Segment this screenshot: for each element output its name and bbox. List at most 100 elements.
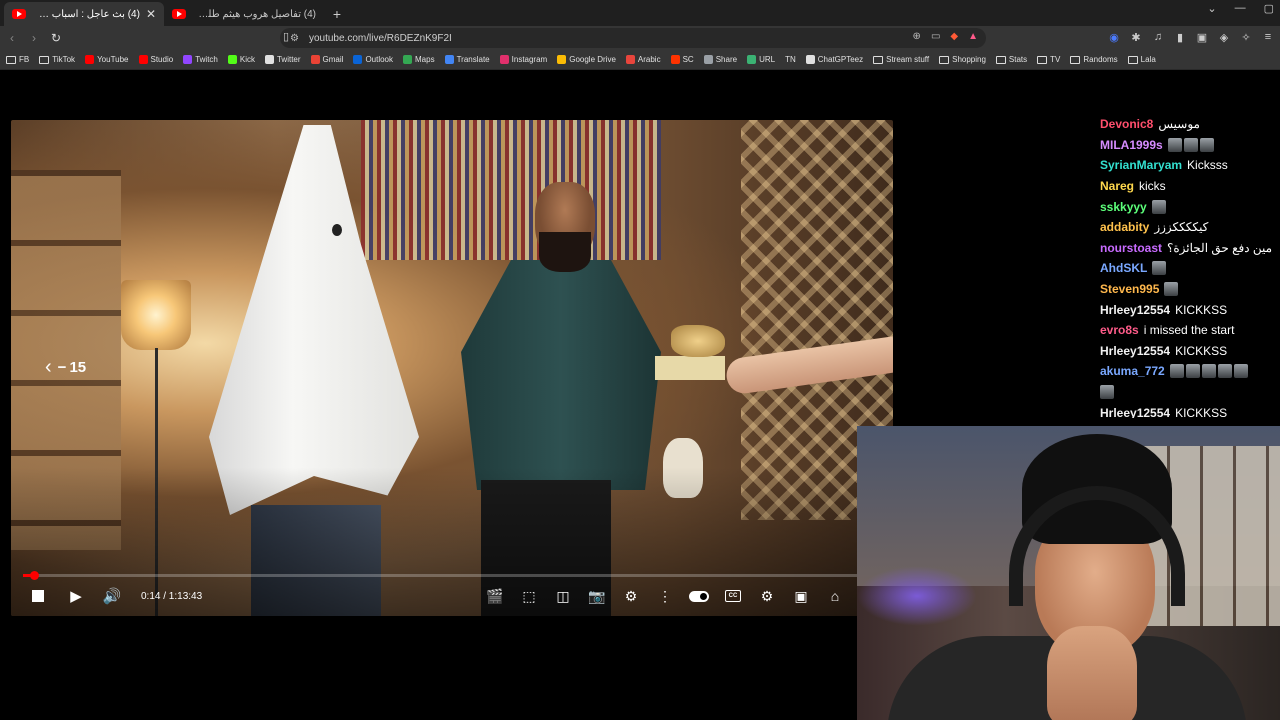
zoom-icon[interactable]: ⊕ bbox=[913, 31, 921, 42]
tab-inactive[interactable]: (4) تفاصيل هروب هيثم طلعت - #خليها bbox=[164, 2, 324, 26]
fullscreen-frame-icon[interactable]: ⬚ bbox=[519, 584, 539, 608]
bookmark-item[interactable]: TN bbox=[785, 55, 796, 64]
tab-active[interactable]: (4) بث عاجل : أسباب هروب أبو ✕ bbox=[4, 2, 164, 26]
emote-icon bbox=[1233, 364, 1248, 379]
tab-title: (4) بث عاجل : أسباب هروب أبو bbox=[34, 8, 140, 20]
theater-split-icon[interactable]: ◫ bbox=[553, 584, 573, 608]
bookmark-item[interactable]: FB bbox=[6, 55, 29, 64]
progress-bar[interactable] bbox=[23, 571, 857, 580]
music-icon[interactable]: ♫ bbox=[1152, 31, 1164, 43]
page-content: ‹ − 15 ▶ 🔊 0:14 / 1:13:43 🎬 ⬚ ◫ 📷 ⚙ ⋮ CC… bbox=[0, 70, 1280, 720]
vpn-icon[interactable]: ◈ bbox=[1218, 31, 1230, 44]
progress-scrubber[interactable] bbox=[30, 571, 39, 580]
maximize-icon[interactable]: ▢ bbox=[1264, 2, 1274, 15]
tab-search-icon[interactable]: ⌄ bbox=[1207, 2, 1216, 15]
chat-username: nourstoast bbox=[1100, 240, 1163, 255]
bookmark-label: Share bbox=[715, 55, 738, 64]
bookmark-item[interactable]: TV bbox=[1037, 55, 1060, 64]
cast-icon[interactable]: ⌂ bbox=[825, 584, 845, 608]
chat-text: مين دفع حق الجائزة؟ bbox=[1167, 240, 1273, 255]
bookmark-item[interactable]: Google Drive bbox=[557, 55, 616, 64]
screenshot-camera-icon[interactable]: 📷 bbox=[587, 584, 607, 608]
sidebar-icon[interactable]: ▮ bbox=[1174, 31, 1186, 44]
cast-icon[interactable]: ▭ bbox=[931, 31, 940, 42]
bookmark-item[interactable]: URL bbox=[747, 55, 775, 64]
bookmark-favicon-icon bbox=[310, 55, 320, 64]
ai-icon[interactable]: ✧ bbox=[1240, 31, 1252, 44]
bookmark-item[interactable]: Lala bbox=[1127, 55, 1156, 64]
bookmark-label: Lala bbox=[1140, 55, 1156, 64]
chat-emotes bbox=[1167, 137, 1214, 152]
miniplayer-icon[interactable]: ▣ bbox=[791, 584, 811, 608]
back-button[interactable]: ‹ bbox=[2, 28, 22, 48]
chat-username: Devonic8 bbox=[1100, 117, 1154, 132]
bookmark-item[interactable]: Instagram bbox=[499, 55, 548, 64]
bookmark-icon[interactable]: ▯ bbox=[283, 30, 289, 43]
settings-icon[interactable]: ⚙ bbox=[757, 584, 777, 608]
bookmark-item[interactable]: Studio bbox=[138, 55, 173, 64]
chat-message: Steven995 bbox=[1100, 279, 1280, 300]
rewards-icon[interactable]: ▲ bbox=[968, 31, 978, 42]
captions-icon[interactable]: CC bbox=[723, 584, 743, 608]
folder-icon bbox=[1037, 55, 1048, 64]
bookmark-item[interactable]: Arabic bbox=[625, 55, 661, 64]
video-player[interactable]: ‹ − 15 ▶ 🔊 0:14 / 1:13:43 🎬 ⬚ ◫ 📷 ⚙ ⋮ CC… bbox=[11, 120, 893, 616]
bookmark-item[interactable]: Stats bbox=[995, 55, 1027, 64]
bookmark-item[interactable]: Translate bbox=[444, 55, 490, 64]
bookmark-label: Instagram bbox=[511, 55, 548, 64]
site-info-icon[interactable]: ⚙ bbox=[290, 33, 299, 44]
extension-icon[interactable]: ◉ bbox=[1108, 31, 1120, 44]
emote-icon bbox=[1183, 137, 1198, 152]
minimize-icon[interactable]: — bbox=[1235, 2, 1246, 15]
brave-shield-icon[interactable]: ◆ bbox=[950, 31, 958, 42]
bookmark-label: SC bbox=[682, 55, 694, 64]
forward-button[interactable]: › bbox=[24, 28, 44, 48]
settings-gear-icon[interactable]: ⚙ bbox=[621, 584, 641, 608]
chat-emotes bbox=[1151, 199, 1166, 214]
bookmark-label: FB bbox=[19, 55, 30, 64]
chat-message: Nareg kicks bbox=[1100, 176, 1280, 197]
more-options-icon[interactable]: ⋮ bbox=[655, 584, 675, 608]
bookmark-item[interactable]: YouTube bbox=[85, 55, 129, 64]
chat-message: Hrleey12554 KICKKSS bbox=[1100, 299, 1280, 320]
stop-button[interactable] bbox=[27, 584, 49, 608]
address-bar[interactable]: ⚙ youtube.com/live/R6DEZnK9F2I ⊕ ▭ ◆ ▲ bbox=[280, 28, 986, 48]
reload-button[interactable]: ↻ bbox=[46, 28, 66, 48]
bookmark-item[interactable]: Randoms bbox=[1070, 55, 1118, 64]
autoplay-toggle[interactable] bbox=[689, 584, 709, 608]
bookmark-item[interactable]: Shopping bbox=[939, 55, 986, 64]
clip-icon[interactable]: 🎬 bbox=[485, 584, 505, 608]
puzzle-icon[interactable]: ✱ bbox=[1130, 31, 1142, 44]
bookmark-favicon-icon bbox=[670, 55, 680, 64]
chat-emotes bbox=[1164, 282, 1179, 297]
chat-emotes bbox=[1100, 385, 1114, 400]
bookmark-item[interactable]: Twitch bbox=[183, 55, 218, 64]
emote-icon bbox=[1185, 364, 1200, 379]
chat-text: KICKKSS bbox=[1175, 302, 1228, 317]
bookmark-item[interactable]: Share bbox=[703, 55, 738, 64]
bookmark-item[interactable]: Twitter bbox=[264, 55, 301, 64]
emote-icon bbox=[1199, 137, 1214, 152]
folder-icon bbox=[1070, 55, 1081, 64]
volume-button[interactable]: 🔊 bbox=[101, 584, 123, 608]
folder-icon bbox=[873, 55, 884, 64]
bookmark-item[interactable]: Gmail bbox=[310, 55, 343, 64]
chat-text: Kicksss bbox=[1187, 158, 1228, 173]
wallet-icon[interactable]: ▣ bbox=[1196, 31, 1208, 44]
new-tab-button[interactable]: + bbox=[324, 2, 350, 26]
bookmark-item[interactable]: SC bbox=[670, 55, 694, 64]
bookmark-favicon-icon bbox=[138, 55, 148, 64]
bookmark-item[interactable]: ChatGPTeez bbox=[805, 55, 863, 64]
bookmark-item[interactable]: Maps bbox=[403, 55, 435, 64]
bookmark-favicon-icon bbox=[85, 55, 95, 64]
bookmark-item[interactable]: Kick bbox=[227, 55, 255, 64]
bookmark-item[interactable]: Stream stuff bbox=[873, 55, 929, 64]
chat-username: SyrianMaryam bbox=[1100, 158, 1183, 173]
menu-icon[interactable]: ≡ bbox=[1262, 31, 1274, 43]
browser-toolbar: ‹ › ↻ ⚙ youtube.com/live/R6DEZnK9F2I ⊕ ▭… bbox=[0, 26, 1280, 50]
controls-gradient bbox=[11, 120, 893, 616]
bookmark-item[interactable]: Outlook bbox=[353, 55, 393, 64]
bookmark-item[interactable]: TikTok bbox=[39, 55, 75, 64]
play-button[interactable]: ▶ bbox=[65, 584, 87, 608]
close-tab-icon[interactable]: ✕ bbox=[146, 7, 156, 21]
